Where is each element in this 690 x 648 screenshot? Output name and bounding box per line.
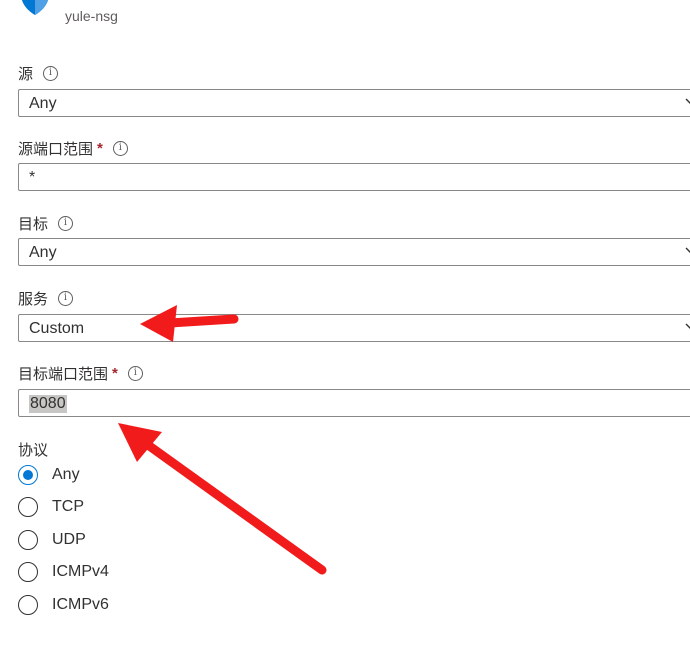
destination-port-range-label-text: 目标端口范围 — [18, 365, 109, 383]
protocol-label: 协议 — [18, 439, 48, 459]
protocol-option-udp[interactable]: UDP — [18, 528, 86, 552]
required-marker: * — [112, 364, 118, 382]
radio-button[interactable] — [18, 595, 38, 615]
info-icon[interactable]: i — [58, 290, 74, 306]
chevron-down-icon — [685, 98, 690, 104]
radio-label: ICMPv4 — [52, 563, 109, 580]
protocol-option-icmpv4[interactable]: ICMPv4 — [18, 560, 109, 584]
annotation-arrow-port — [118, 423, 327, 575]
radio-label: TCP — [52, 498, 84, 515]
source-label-text: 源 — [18, 65, 34, 83]
source-port-range-input[interactable]: * — [18, 163, 690, 191]
radio-button[interactable] — [18, 530, 38, 550]
destination-value: Any — [29, 244, 57, 261]
service-label: 服务 i — [18, 288, 74, 308]
destination-label-text: 目标 — [18, 215, 49, 233]
radio-label: UDP — [52, 531, 86, 548]
service-value: Custom — [29, 320, 85, 337]
protocol-label-text: 协议 — [18, 441, 49, 459]
chevron-down-icon — [685, 247, 690, 253]
destination-port-range-label: 目标端口范围 * i — [18, 363, 143, 383]
radio-button[interactable] — [18, 497, 38, 517]
source-value: Any — [29, 95, 57, 112]
source-label: 源 i — [18, 63, 59, 83]
radio-button[interactable] — [18, 562, 38, 582]
radio-button[interactable] — [18, 465, 38, 485]
info-icon[interactable]: i — [112, 140, 128, 156]
info-icon[interactable]: i — [127, 365, 143, 381]
protocol-option-any[interactable]: Any — [18, 463, 80, 487]
protocol-option-tcp[interactable]: TCP — [18, 495, 84, 519]
service-dropdown[interactable]: Custom — [18, 314, 690, 342]
radio-label: ICMPv6 — [52, 596, 109, 613]
source-port-range-label: 源端口范围 * i — [18, 138, 128, 158]
required-marker: * — [97, 139, 103, 157]
radio-label: Any — [52, 466, 80, 483]
info-icon[interactable]: i — [43, 65, 59, 81]
service-label-text: 服务 — [18, 290, 49, 308]
destination-label: 目标 i — [18, 213, 74, 233]
resource-name: yule-nsg — [65, 8, 118, 24]
source-port-range-value: * — [29, 169, 36, 186]
destination-port-range-value: 8080 — [29, 395, 67, 413]
source-port-range-label-text: 源端口范围 — [18, 140, 94, 158]
destination-port-range-input[interactable]: 8080 — [18, 389, 690, 417]
source-dropdown[interactable]: Any — [18, 89, 690, 117]
shield-icon — [21, 0, 49, 15]
chevron-down-icon — [685, 323, 690, 329]
protocol-option-icmpv6[interactable]: ICMPv6 — [18, 593, 109, 617]
destination-dropdown[interactable]: Any — [18, 238, 690, 266]
info-icon[interactable]: i — [58, 215, 74, 231]
